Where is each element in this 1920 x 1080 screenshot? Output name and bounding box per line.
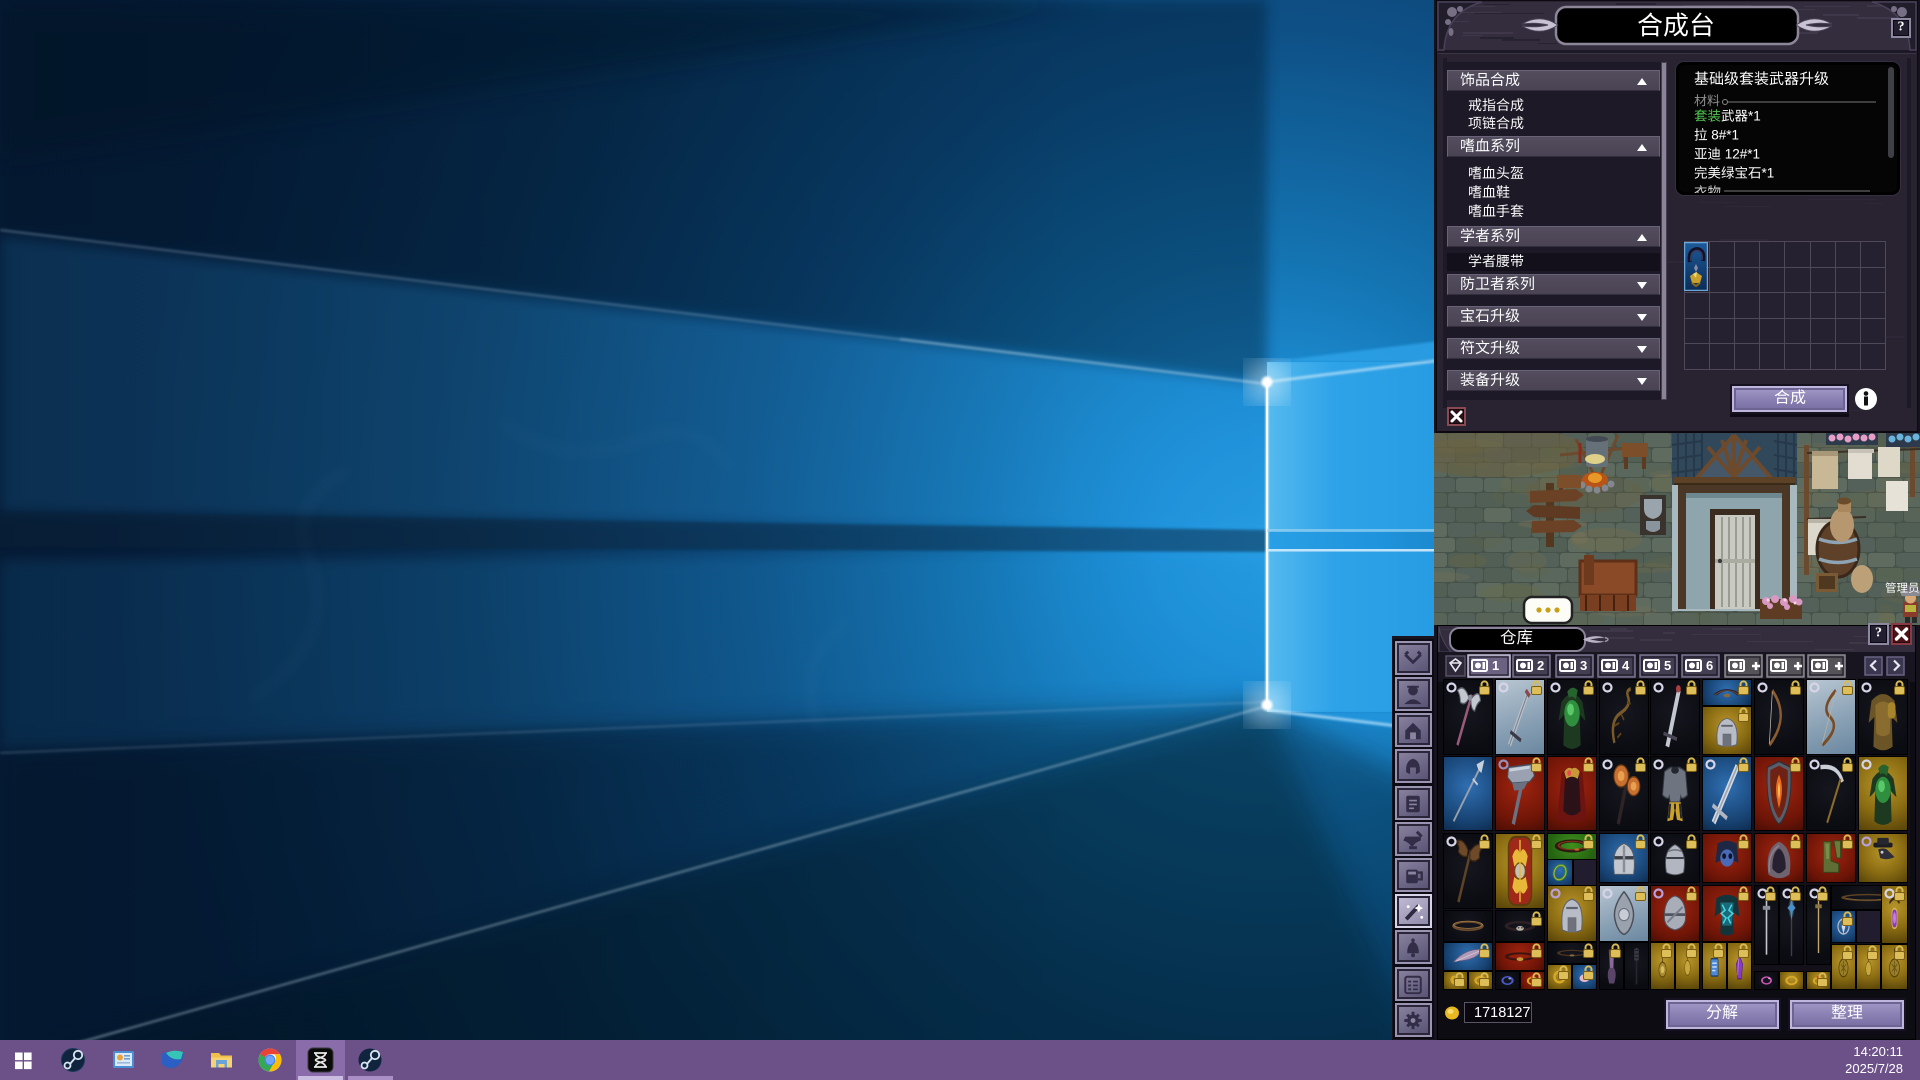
svg-text:1: 1 — [1767, 166, 1775, 181]
svg-text:2: 2 — [1732, 147, 1740, 162]
svg-text:1: 1 — [1753, 109, 1761, 124]
svg-text:1: 1 — [1725, 147, 1733, 162]
svg-text:8: 8 — [1711, 128, 1719, 143]
svg-text:1: 1 — [1753, 147, 1761, 162]
svg-text:1: 1 — [1732, 128, 1740, 143]
